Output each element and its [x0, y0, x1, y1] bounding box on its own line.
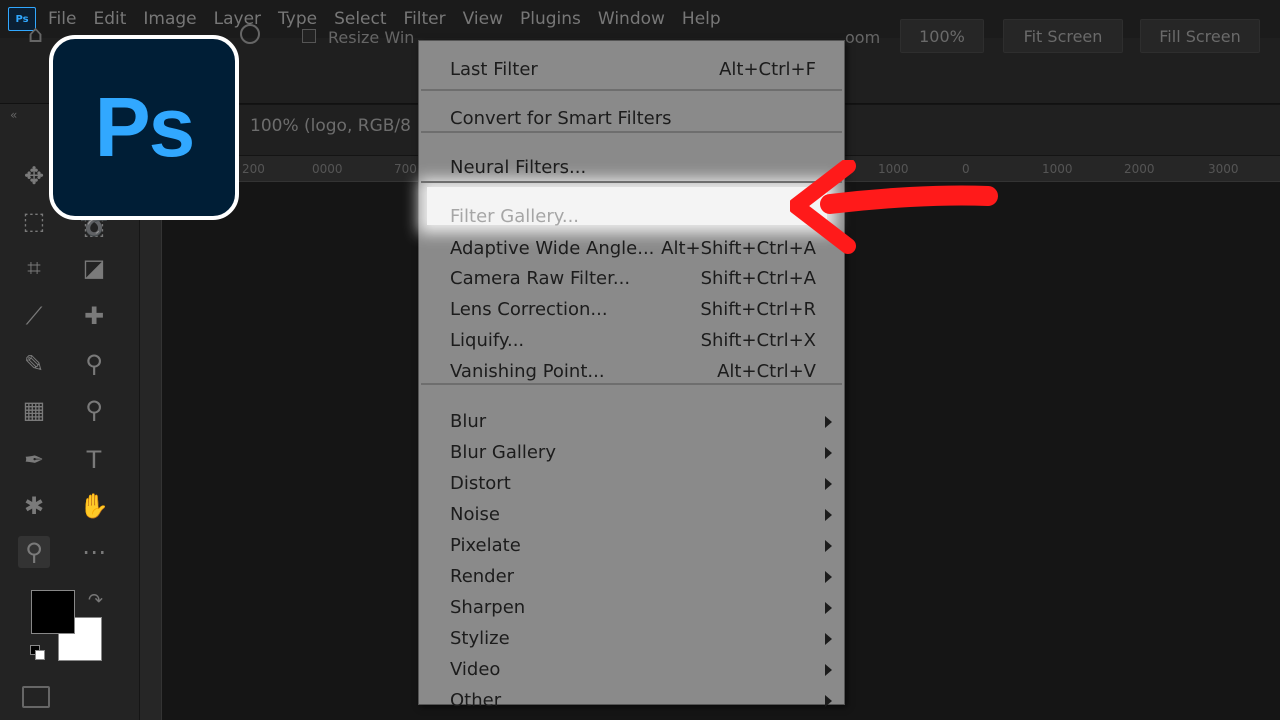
- submenu-arrow-icon: [825, 571, 832, 583]
- foreground-color-swatch[interactable]: [31, 590, 75, 634]
- ruler-tick: 2000: [1124, 162, 1155, 176]
- red-arrow-icon: [790, 160, 998, 254]
- menu-item-blur[interactable]: Blur: [450, 411, 486, 432]
- menu-shortcut: Alt+Ctrl+V: [717, 361, 816, 382]
- menu-item-noise[interactable]: Noise: [450, 504, 500, 525]
- menu-plugins[interactable]: Plugins: [520, 9, 581, 29]
- ruler-tick: 1000: [1042, 162, 1073, 176]
- resize-windows-label: Resize Win: [328, 28, 415, 47]
- dodge-icon[interactable]: ⚲: [78, 394, 110, 426]
- menu-item-sharpen[interactable]: Sharpen: [450, 597, 525, 618]
- menu-filter[interactable]: Filter: [404, 9, 446, 29]
- type-icon[interactable]: T: [78, 444, 110, 476]
- logo-text: Ps: [94, 80, 196, 174]
- document-tab-title[interactable]: 100% (logo, RGB/8: [250, 116, 411, 136]
- hand-icon[interactable]: ✋: [78, 490, 110, 522]
- fit-screen-button[interactable]: Fit Screen: [1003, 19, 1123, 53]
- ruler-tick: 700: [394, 162, 417, 176]
- crop-icon[interactable]: ⌗: [18, 252, 50, 284]
- menu-item-other[interactable]: Other: [450, 690, 501, 711]
- menu-separator: [421, 131, 842, 133]
- menu-select[interactable]: Select: [334, 9, 386, 29]
- zoom-label: oom: [845, 28, 881, 47]
- pen-icon[interactable]: ✒: [18, 444, 50, 476]
- menu-item-convert-for-smart-filters[interactable]: Convert for Smart Filters: [450, 108, 672, 129]
- shape-icon[interactable]: ✱: [18, 490, 50, 522]
- menu-item-stylize[interactable]: Stylize: [450, 628, 510, 649]
- menu-item-liquify[interactable]: Liquify...: [450, 330, 524, 351]
- swap-colors-icon[interactable]: ↷: [88, 590, 103, 611]
- menu-separator: [421, 89, 842, 91]
- marquee-icon[interactable]: ⬚: [18, 205, 50, 237]
- filter-menu: Last Filter Alt+Ctrl+F Convert for Smart F…: [418, 40, 845, 711]
- gradient-icon[interactable]: ▦: [18, 394, 50, 426]
- quick-mask-icon[interactable]: [22, 686, 50, 708]
- submenu-arrow-icon: [825, 633, 832, 645]
- menu-shortcut: Shift+Ctrl+X: [700, 330, 816, 351]
- menu-image[interactable]: Image: [143, 9, 196, 29]
- submenu-arrow-icon: [825, 416, 832, 428]
- menu-item-render[interactable]: Render: [450, 566, 514, 587]
- menu-help[interactable]: Help: [682, 9, 721, 29]
- zoom-icon[interactable]: ⚲: [18, 536, 50, 568]
- brush-icon[interactable]: ✎: [18, 348, 50, 380]
- frame-icon[interactable]: ◪: [78, 252, 110, 284]
- menu-item-filter-gallery: Filter Gallery...: [450, 206, 580, 227]
- ruler-tick: 0000: [312, 162, 343, 176]
- ruler-tick: 3000: [1208, 162, 1239, 176]
- menu-shortcut: Shift+Ctrl+R: [700, 299, 816, 320]
- vertical-ruler: [140, 182, 162, 720]
- clone-stamp-icon[interactable]: ⚲: [78, 348, 110, 380]
- resize-windows-checkbox[interactable]: [302, 29, 316, 43]
- menu-item-video[interactable]: Video: [450, 659, 500, 680]
- collapse-panel-icon[interactable]: «: [10, 108, 17, 122]
- menu-item-vanishing-point[interactable]: Vanishing Point...: [450, 361, 605, 382]
- submenu-arrow-icon: [825, 664, 832, 676]
- menu-file[interactable]: File: [48, 9, 76, 29]
- eyedropper-icon[interactable]: ⟋: [18, 300, 50, 332]
- home-icon[interactable]: ⌂: [28, 20, 43, 48]
- menu-item-camera-raw-filter[interactable]: Camera Raw Filter...: [450, 268, 630, 289]
- more-tools-icon[interactable]: ⋯: [78, 536, 110, 568]
- menu-item-lens-correction[interactable]: Lens Correction...: [450, 299, 608, 320]
- menu-window[interactable]: Window: [598, 9, 665, 29]
- submenu-arrow-icon: [825, 540, 832, 552]
- move-icon[interactable]: ✥: [18, 160, 50, 192]
- submenu-arrow-icon: [825, 695, 832, 707]
- zoom-tool-icon: [240, 24, 260, 44]
- submenu-arrow-icon: [825, 602, 832, 614]
- menu-item-adaptive-wide-angle[interactable]: Adaptive Wide Angle...: [450, 238, 654, 259]
- submenu-arrow-icon: [825, 509, 832, 521]
- menu-shortcut: Shift+Ctrl+A: [700, 268, 816, 289]
- menu-view[interactable]: View: [463, 9, 503, 29]
- menu-item-distort[interactable]: Distort: [450, 473, 511, 494]
- menu-item-pixelate[interactable]: Pixelate: [450, 535, 521, 556]
- menu-separator: [421, 383, 842, 385]
- menu-edit[interactable]: Edit: [93, 9, 126, 29]
- default-colors-icon[interactable]: [30, 645, 46, 661]
- menu-separator: [421, 181, 842, 183]
- fill-screen-button[interactable]: Fill Screen: [1140, 19, 1260, 53]
- submenu-arrow-icon: [825, 447, 832, 459]
- menu-type[interactable]: Type: [278, 9, 317, 29]
- photoshop-logo: Ps: [49, 35, 239, 220]
- healing-brush-icon[interactable]: ✚: [78, 300, 110, 332]
- menu-shortcut: Alt+Ctrl+F: [719, 59, 816, 80]
- menu-item-last-filter[interactable]: Last Filter: [450, 59, 538, 80]
- zoom-value-field[interactable]: 100%: [900, 19, 984, 53]
- menu-item-neural-filters[interactable]: Neural Filters...: [450, 157, 586, 178]
- ruler-tick: 200: [242, 162, 265, 176]
- submenu-arrow-icon: [825, 478, 832, 490]
- menu-item-blur-gallery[interactable]: Blur Gallery: [450, 442, 556, 463]
